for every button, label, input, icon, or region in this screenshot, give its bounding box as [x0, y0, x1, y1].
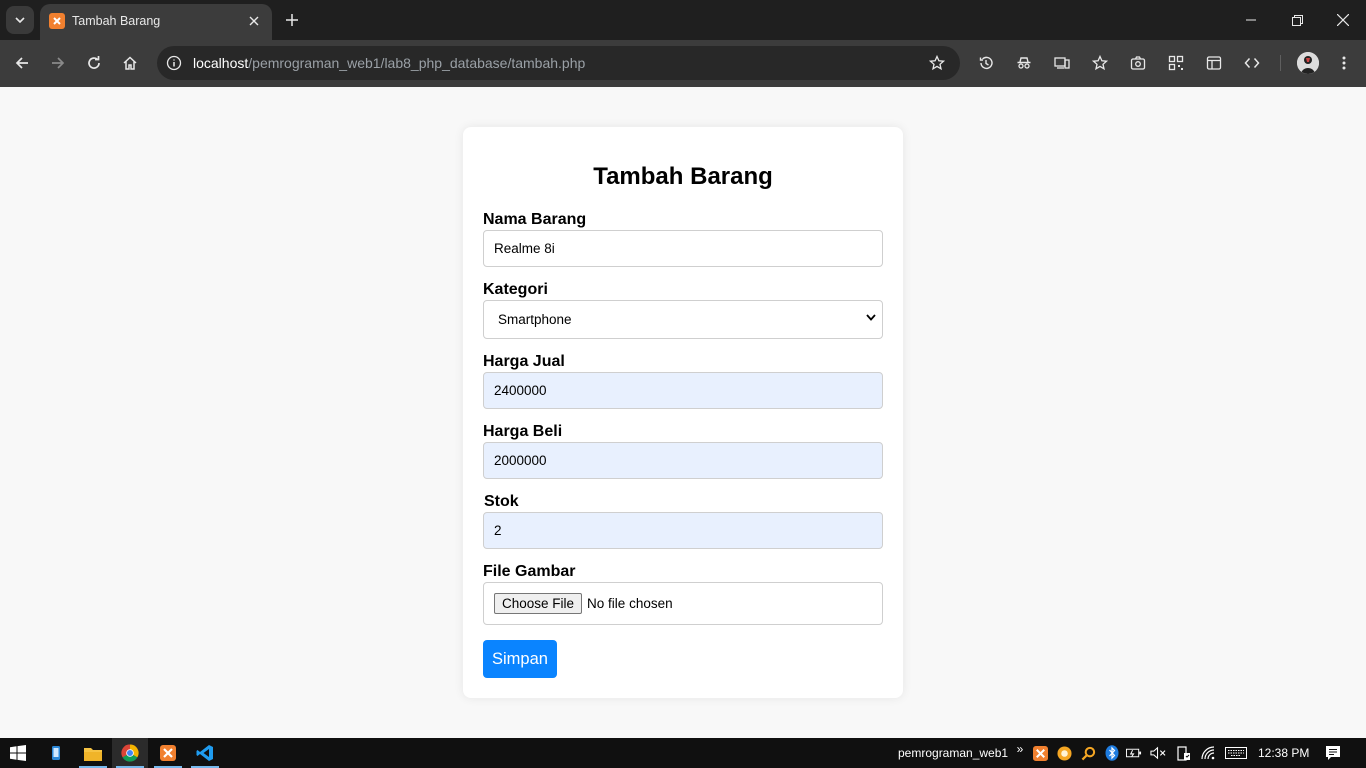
site-info-icon[interactable] [165, 54, 183, 72]
bluetooth-icon[interactable] [1104, 745, 1120, 761]
browser-tab-strip: Tambah Barang [0, 0, 1366, 40]
new-tab-plus-icon[interactable] [282, 10, 302, 30]
browser-tab-active[interactable]: Tambah Barang [40, 4, 272, 40]
home-icon[interactable] [118, 51, 142, 75]
stok-label: Stok [484, 493, 519, 510]
kategori-select[interactable]: Smartphone [483, 300, 883, 339]
stok-input[interactable]: 2 [483, 512, 883, 549]
keyboard-icon[interactable] [1225, 745, 1247, 761]
tray-overflow-icon[interactable]: » [1012, 741, 1028, 757]
side-panel-icon[interactable] [1202, 51, 1226, 75]
vscode-taskbar-icon[interactable] [187, 738, 223, 768]
taskbar-window-label[interactable]: pemrograman_web1 [898, 746, 1008, 760]
chevron-down-icon [866, 314, 876, 321]
close-window-icon[interactable] [1320, 0, 1366, 40]
kategori-label: Kategori [483, 281, 548, 298]
nama-barang-value: Realme 8i [494, 241, 555, 256]
nama-barang-input[interactable]: Realme 8i [483, 230, 883, 267]
page-title: Tambah Barang [593, 163, 773, 190]
bookmark-star-icon[interactable] [928, 54, 946, 72]
kategori-selected-value: Smartphone [498, 312, 572, 327]
reload-icon[interactable] [82, 51, 106, 75]
profile-avatar-icon [1297, 52, 1319, 74]
address-bar[interactable]: localhost/pemrograman_web1/lab8_php_data… [157, 46, 960, 80]
url-path: /pemrograman_web1/lab8_php_database/tamb… [248, 55, 586, 71]
history-icon[interactable] [974, 51, 998, 75]
battery-icon[interactable] [1126, 745, 1142, 761]
device-security-icon[interactable] [1175, 745, 1191, 761]
harga-beli-input[interactable]: 2000000 [483, 442, 883, 479]
windows-start-icon[interactable] [0, 738, 36, 768]
profile-avatar[interactable] [1297, 52, 1319, 74]
harga-jual-label: Harga Jual [483, 353, 565, 370]
app-tray-icon-orange[interactable] [1056, 745, 1072, 761]
tab-title: Tambah Barang [72, 14, 161, 28]
search-tray-icon[interactable] [1080, 745, 1096, 761]
choose-file-button[interactable]: Choose File [494, 593, 583, 614]
phone-link-icon[interactable] [38, 738, 74, 768]
back-arrow-icon[interactable] [10, 51, 34, 75]
tab-search-button[interactable] [6, 6, 34, 34]
more-menu-icon[interactable] [1332, 51, 1356, 75]
harga-jual-value: 2400000 [494, 383, 547, 398]
incognito-icon[interactable] [1012, 51, 1036, 75]
tab-close-icon[interactable] [246, 13, 262, 29]
devices-icon[interactable] [1050, 51, 1074, 75]
volume-muted-icon[interactable] [1150, 745, 1166, 761]
url-text[interactable]: localhost/pemrograman_web1/lab8_php_data… [193, 55, 585, 71]
toolbar-divider [1280, 55, 1281, 71]
file-gambar-label: File Gambar [483, 563, 576, 580]
harga-jual-input[interactable]: 2400000 [483, 372, 883, 409]
xampp-favicon-icon [49, 13, 65, 29]
chevron-down-icon [15, 17, 25, 23]
file-gambar-input[interactable]: Choose File No file chosen [483, 582, 883, 625]
file-status-text: No file chosen [587, 596, 673, 611]
nama-barang-label: Nama Barang [483, 211, 587, 228]
minimize-icon[interactable] [1228, 0, 1274, 40]
favorites-icon[interactable] [1088, 51, 1112, 75]
wifi-icon[interactable] [1200, 745, 1216, 761]
qr-code-icon[interactable] [1164, 51, 1188, 75]
file-explorer-icon[interactable] [75, 738, 111, 768]
forward-arrow-icon[interactable] [46, 51, 70, 75]
harga-beli-label: Harga Beli [483, 423, 563, 440]
developer-tools-icon[interactable] [1240, 51, 1264, 75]
screenshot-icon[interactable] [1126, 51, 1150, 75]
xampp-tray-icon[interactable] [1032, 745, 1048, 761]
form-card: Tambah Barang Nama Barang Realme 8i Kate… [463, 127, 903, 698]
windows-taskbar: pemrograman_web1 » 12:38 PM [0, 738, 1366, 768]
url-host: localhost [193, 55, 249, 71]
simpan-button[interactable]: Simpan [483, 640, 557, 678]
stok-value: 2 [494, 523, 502, 538]
browser-toolbar: localhost/pemrograman_web1/lab8_php_data… [0, 40, 1366, 87]
xampp-taskbar-icon[interactable] [150, 738, 186, 768]
notification-center-icon[interactable] [1325, 745, 1341, 761]
chrome-taskbar-icon[interactable] [112, 738, 148, 768]
clock-time[interactable]: 12:38 PM [1258, 746, 1309, 760]
restore-icon[interactable] [1274, 0, 1320, 40]
harga-beli-value: 2000000 [494, 453, 547, 468]
